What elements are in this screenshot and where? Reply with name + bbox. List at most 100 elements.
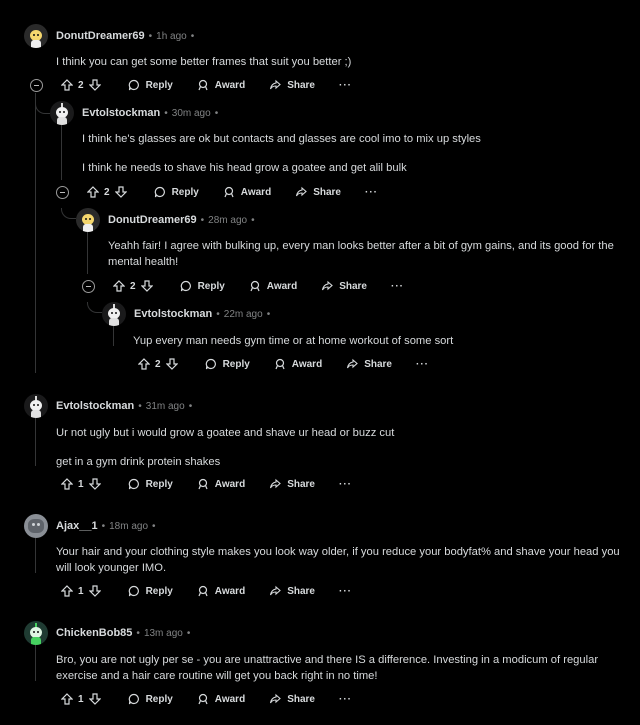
timestamp[interactable]: 31m ago bbox=[146, 401, 185, 412]
vote-count: 1 bbox=[78, 693, 84, 705]
comment-actions: 2 Reply Award Share ··· bbox=[82, 182, 378, 202]
downvote-icon[interactable] bbox=[88, 585, 101, 597]
timestamp[interactable]: 13m ago bbox=[144, 628, 183, 639]
upvote-icon[interactable] bbox=[138, 358, 150, 370]
reply-button[interactable]: Reply bbox=[128, 478, 173, 490]
comment-actions: 1 Reply Award Share ··· bbox=[56, 689, 352, 709]
share-button[interactable]: Share bbox=[295, 186, 341, 198]
more-options-button[interactable]: ··· bbox=[339, 694, 352, 705]
downvote-icon[interactable] bbox=[88, 478, 101, 490]
avatar[interactable] bbox=[24, 621, 48, 645]
thread-line[interactable] bbox=[35, 645, 36, 681]
upvote-icon[interactable] bbox=[61, 79, 73, 91]
separator: • bbox=[186, 627, 191, 639]
downvote-icon[interactable] bbox=[140, 280, 153, 292]
vote-count: 2 bbox=[155, 358, 161, 370]
more-options-button[interactable]: ··· bbox=[365, 187, 378, 198]
separator: • bbox=[188, 400, 193, 412]
comment-text: I think he needs to shave his head grow … bbox=[82, 162, 407, 174]
thread-line[interactable] bbox=[61, 125, 62, 180]
downvote-icon[interactable] bbox=[88, 79, 101, 91]
collapse-button[interactable] bbox=[56, 186, 69, 199]
author-name[interactable]: DonutDreamer69 bbox=[56, 30, 145, 42]
comment-actions: 2 Reply Award Share ··· bbox=[108, 276, 404, 296]
avatar[interactable] bbox=[50, 101, 74, 125]
share-button[interactable]: Share bbox=[269, 693, 315, 705]
award-button[interactable]: Award bbox=[274, 358, 322, 370]
collapse-button[interactable] bbox=[82, 280, 95, 293]
comment-text: Ur not ugly but i would grow a goatee an… bbox=[56, 427, 395, 439]
downvote-icon[interactable] bbox=[165, 358, 178, 370]
vote-group: 2 bbox=[108, 280, 158, 292]
more-options-button[interactable]: ··· bbox=[391, 281, 404, 292]
award-button[interactable]: Award bbox=[223, 186, 271, 198]
award-button[interactable]: Award bbox=[197, 79, 245, 91]
thread-line[interactable] bbox=[35, 538, 36, 573]
author-name[interactable]: Evtolstockman bbox=[134, 308, 212, 320]
thread-line[interactable] bbox=[87, 232, 88, 274]
comment-header: Evtolstockman • 22m ago • bbox=[102, 302, 270, 326]
timestamp[interactable]: 18m ago bbox=[109, 521, 148, 532]
reply-button[interactable]: Reply bbox=[154, 186, 199, 198]
more-options-button[interactable]: ··· bbox=[416, 359, 429, 370]
comment-body: I think he's glasses are ok but contacts… bbox=[82, 131, 622, 189]
share-button[interactable]: Share bbox=[346, 358, 392, 370]
share-icon bbox=[270, 693, 282, 704]
collapse-button[interactable] bbox=[30, 79, 43, 92]
share-button[interactable]: Share bbox=[321, 280, 367, 292]
more-options-button[interactable]: ··· bbox=[339, 586, 352, 597]
comment-header: DonutDreamer69 • 1h ago • bbox=[24, 24, 194, 48]
upvote-icon[interactable] bbox=[61, 478, 73, 490]
vote-count: 2 bbox=[104, 186, 110, 198]
vote-count: 1 bbox=[78, 585, 84, 597]
reply-button[interactable]: Reply bbox=[205, 358, 250, 370]
downvote-icon[interactable] bbox=[88, 693, 101, 705]
avatar[interactable] bbox=[76, 208, 100, 232]
upvote-icon[interactable] bbox=[61, 585, 73, 597]
vote-group: 1 bbox=[56, 693, 106, 705]
share-icon bbox=[270, 478, 282, 489]
thread-line[interactable] bbox=[113, 326, 114, 346]
thread-line[interactable] bbox=[35, 418, 36, 466]
author-name[interactable]: Evtolstockman bbox=[56, 400, 134, 412]
award-button[interactable]: Award bbox=[197, 693, 245, 705]
timestamp[interactable]: 22m ago bbox=[224, 309, 263, 320]
upvote-icon[interactable] bbox=[87, 186, 99, 198]
author-name[interactable]: Evtolstockman bbox=[82, 107, 160, 119]
timestamp[interactable]: 28m ago bbox=[208, 215, 247, 226]
reply-button[interactable]: Reply bbox=[128, 693, 173, 705]
avatar[interactable] bbox=[24, 394, 48, 418]
award-icon bbox=[250, 280, 260, 292]
downvote-icon[interactable] bbox=[114, 186, 127, 198]
share-icon bbox=[322, 280, 334, 291]
upvote-icon[interactable] bbox=[61, 693, 73, 705]
author-name[interactable]: DonutDreamer69 bbox=[108, 214, 197, 226]
more-options-button[interactable]: ··· bbox=[339, 80, 352, 91]
share-icon bbox=[270, 79, 282, 90]
timestamp[interactable]: 1h ago bbox=[156, 31, 187, 42]
share-button[interactable]: Share bbox=[269, 585, 315, 597]
separator: • bbox=[136, 627, 140, 639]
separator: • bbox=[148, 30, 153, 42]
award-icon bbox=[198, 693, 208, 705]
timestamp[interactable]: 30m ago bbox=[172, 108, 211, 119]
avatar[interactable] bbox=[24, 514, 48, 538]
more-options-button[interactable]: ··· bbox=[339, 479, 352, 490]
reply-button[interactable]: Reply bbox=[128, 79, 173, 91]
comment-actions: 2 Reply Award Share ··· bbox=[56, 75, 352, 95]
author-name[interactable]: ChickenBob85 bbox=[56, 627, 132, 639]
reply-button[interactable]: Reply bbox=[180, 280, 225, 292]
author-name[interactable]: Ajax__1 bbox=[56, 520, 98, 532]
reply-button[interactable]: Reply bbox=[128, 585, 173, 597]
award-button[interactable]: Award bbox=[197, 478, 245, 490]
thread-line[interactable] bbox=[35, 93, 36, 373]
share-button[interactable]: Share bbox=[269, 478, 315, 490]
award-icon bbox=[198, 478, 208, 490]
award-button[interactable]: Award bbox=[197, 585, 245, 597]
share-button[interactable]: Share bbox=[269, 79, 315, 91]
upvote-icon[interactable] bbox=[113, 280, 125, 292]
award-button[interactable]: Award bbox=[249, 280, 297, 292]
avatar[interactable] bbox=[102, 302, 126, 326]
vote-count: 2 bbox=[130, 280, 136, 292]
avatar[interactable] bbox=[24, 24, 48, 48]
